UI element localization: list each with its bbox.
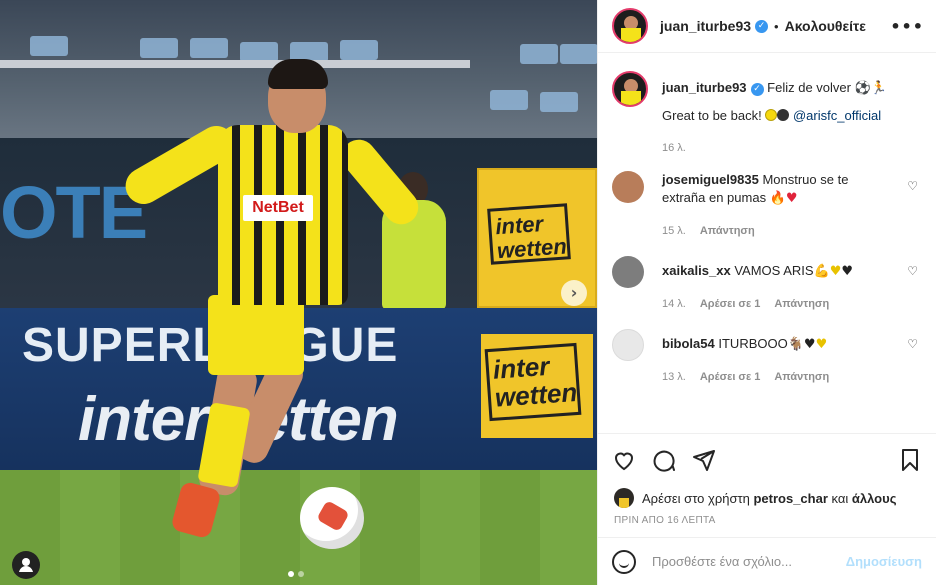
reply-button[interactable]: Απάντηση: [774, 295, 829, 313]
yellow-heart-icon: ♥: [815, 337, 828, 352]
post-modal: OTE inter wetten SUPERLEAGUE interwetten…: [0, 0, 936, 585]
share-icon[interactable]: [692, 448, 716, 472]
post-photo[interactable]: OTE inter wetten SUPERLEAGUE interwetten…: [0, 0, 597, 585]
comment-body: josemiguel9835 Monstruo se te extraña en…: [662, 171, 892, 240]
comment-body: bibola54 ITURBOOO🐐♥♥ 13 λ. Αρέσει σε 1 Α…: [662, 329, 892, 386]
jersey-sponsor: NetBet: [243, 195, 313, 221]
heart-icon[interactable]: ♡: [907, 179, 918, 193]
ad-board-yellow-text: inter wetten: [487, 203, 571, 265]
likes-prefix: Αρέσει στο χρήστη: [642, 490, 750, 506]
next-photo-button[interactable]: ›: [561, 280, 587, 306]
add-comment-bar: Δημοσίευση: [598, 537, 936, 585]
caption-avatar[interactable]: [612, 71, 648, 107]
likes-summary: Αρέσει στο χρήστη petros_char και άλλους: [598, 485, 936, 511]
like-icon[interactable]: [612, 448, 636, 472]
liker-avatar[interactable]: [614, 488, 634, 508]
comment-username[interactable]: bibola54: [662, 336, 715, 351]
emoji-icon[interactable]: [612, 549, 636, 574]
likes-others-link[interactable]: άλλους: [852, 491, 897, 506]
black-circle-emoji-icon: [777, 109, 790, 121]
comment-time[interactable]: 15 λ.: [662, 222, 686, 240]
following-button[interactable]: Ακολουθείτε: [785, 18, 866, 34]
likes-suffix: και: [831, 490, 849, 506]
caption-body: juan_iturbe93 ✓ Feliz de volver ⚽🏃 Great …: [662, 71, 892, 157]
black-heart-icon: ♥: [841, 264, 854, 279]
led-board-logo-text: inter wetten: [484, 342, 582, 422]
person-icon[interactable]: [12, 551, 40, 579]
comment-emoji: 🔥♥: [769, 191, 798, 206]
heart-icon[interactable]: ♡: [907, 337, 918, 351]
caption-mention-link[interactable]: @arisfc_official: [793, 108, 881, 123]
yellow-circle-emoji-icon: [765, 109, 778, 121]
comment-text: ITURBOOO: [718, 336, 788, 351]
more-options-icon[interactable]: •••: [890, 17, 924, 36]
carousel-dot-active: [288, 571, 294, 577]
separator-dot: •: [774, 18, 779, 34]
carousel-dots: [288, 571, 304, 577]
author-username[interactable]: juan_iturbe93: [660, 18, 751, 34]
yellow-heart-icon: ♥: [829, 264, 842, 279]
caption-line-2: Great to be back!: [662, 108, 762, 123]
post-timestamp[interactable]: ΠΡΙΝ ΑΠΟ 16 ΛΕΠΤΑ: [598, 511, 936, 537]
comment-emoji: 🐐: [787, 336, 804, 351]
comment-item: bibola54 ITURBOOO🐐♥♥ 13 λ. Αρέσει σε 1 Α…: [612, 329, 922, 386]
comment-likes[interactable]: Αρέσει σε 1: [700, 368, 761, 386]
reply-button[interactable]: Απάντηση: [774, 368, 829, 386]
caption-line-1: Feliz de volver ⚽🏃: [767, 80, 887, 95]
author-avatar[interactable]: [612, 8, 648, 44]
comment-time[interactable]: 13 λ.: [662, 368, 686, 386]
caption: juan_iturbe93 ✓ Feliz de volver ⚽🏃 Great …: [612, 71, 922, 157]
commenter-avatar[interactable]: [612, 256, 644, 288]
football: [300, 487, 364, 549]
comment-body: xaikalis_xx VAMOS ARIS💪♥♥ 14 λ. Αρέσει σ…: [662, 256, 892, 313]
caption-username[interactable]: juan_iturbe93: [662, 80, 747, 95]
verified-icon: ✓: [755, 19, 769, 33]
led-board-logo: inter wetten: [481, 334, 593, 438]
comment-text: VAMOS ARIS: [734, 263, 814, 278]
player-figure: NetBet: [100, 55, 430, 555]
heart-icon[interactable]: ♡: [907, 264, 918, 278]
liker-username[interactable]: petros_char: [753, 491, 827, 506]
post-header: juan_iturbe93 ✓ • Ακολουθείτε •••: [598, 0, 936, 53]
post-comment-button[interactable]: Δημοσίευση: [846, 554, 922, 569]
comment-likes[interactable]: Αρέσει σε 1: [700, 295, 761, 313]
comment-username[interactable]: josemiguel9835: [662, 172, 759, 187]
comment-item: xaikalis_xx VAMOS ARIS💪♥♥ 14 λ. Αρέσει σ…: [612, 256, 922, 313]
verified-icon: ✓: [750, 83, 764, 96]
carousel-dot: [298, 571, 304, 577]
commenter-avatar[interactable]: [612, 329, 644, 361]
commenter-avatar[interactable]: [612, 171, 644, 203]
caption-time[interactable]: 16 λ.: [662, 139, 686, 157]
comment-item: josemiguel9835 Monstruo se te extraña en…: [612, 171, 922, 240]
comment-time[interactable]: 14 λ.: [662, 295, 686, 313]
action-bar: [598, 433, 936, 485]
comment-username[interactable]: xaikalis_xx: [662, 263, 731, 278]
black-heart-icon: ♥: [803, 337, 816, 352]
comment-input[interactable]: [652, 554, 846, 569]
comment-icon[interactable]: [652, 448, 676, 472]
comment-emoji: 💪: [813, 263, 830, 278]
bookmark-icon[interactable]: [898, 448, 922, 472]
reply-button[interactable]: Απάντηση: [700, 222, 755, 240]
comments-list[interactable]: juan_iturbe93 ✓ Feliz de volver ⚽🏃 Great …: [598, 53, 936, 433]
post-side-panel: juan_iturbe93 ✓ • Ακολουθείτε ••• juan_i…: [597, 0, 936, 585]
